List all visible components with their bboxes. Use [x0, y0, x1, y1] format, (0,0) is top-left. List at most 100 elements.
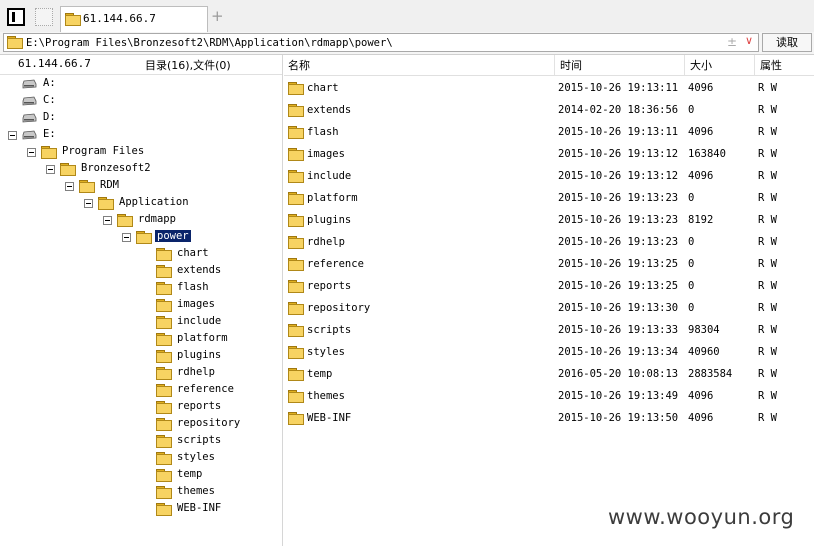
tree-label: temp [177, 468, 203, 480]
file-time: 2015-10-26 19:13:23 [558, 192, 679, 204]
folder-icon [79, 180, 95, 193]
collapse-toggle[interactable] [46, 165, 55, 174]
file-row[interactable]: images 2015-10-26 19:13:12 163840 R W [284, 144, 814, 166]
folder-icon [288, 236, 304, 249]
file-row[interactable]: include 2015-10-26 19:13:12 4096 R W [284, 166, 814, 188]
file-row[interactable]: themes 2015-10-26 19:13:49 4096 R W [284, 386, 814, 408]
file-name: styles [307, 346, 345, 358]
add-tab-button[interactable]: + [211, 7, 224, 25]
folder-icon [288, 324, 304, 337]
file-attr: R W [758, 82, 777, 94]
file-time: 2015-10-26 19:13:12 [558, 148, 679, 160]
directory-tree-pane[interactable]: 61.144.66.7 目录(16),文件(0) A: C: D: E: Pro… [0, 55, 283, 546]
path-field[interactable]: ± ∨ [3, 33, 759, 52]
chevron-down-icon[interactable]: ∨ [745, 34, 753, 47]
file-row[interactable]: scripts 2015-10-26 19:13:33 98304 R W [284, 320, 814, 342]
file-row[interactable]: temp 2016-05-20 10:08:13 2883584 R W [284, 364, 814, 386]
file-row[interactable]: platform 2015-10-26 19:13:23 0 R W [284, 188, 814, 210]
grid-view-button[interactable] [35, 8, 53, 26]
column-time-header[interactable]: 时间 [560, 57, 582, 73]
file-attr: R W [758, 104, 777, 116]
folder-icon [156, 503, 172, 516]
directory-summary: 目录(16),文件(0) [145, 59, 231, 72]
file-attr: R W [758, 412, 777, 424]
file-size: 4096 [688, 126, 714, 138]
path-input[interactable] [26, 35, 716, 50]
file-row[interactable]: WEB-INF 2015-10-26 19:13:50 4096 R W [284, 408, 814, 430]
file-time: 2016-05-20 10:08:13 [558, 368, 679, 380]
file-attr: R W [758, 192, 777, 204]
folder-icon [156, 248, 172, 261]
read-button[interactable]: 读取 [762, 33, 812, 52]
file-row[interactable]: chart 2015-10-26 19:13:11 4096 R W [284, 78, 814, 100]
column-size-header[interactable]: 大小 [690, 57, 712, 73]
column-divider[interactable] [754, 55, 755, 75]
file-attr: R W [758, 258, 777, 270]
tree-label: E: [43, 128, 56, 140]
folder-icon [60, 163, 76, 176]
file-time: 2015-10-26 19:13:30 [558, 302, 679, 314]
path-bookmark-icon[interactable]: ± [727, 35, 737, 49]
file-attr: R W [758, 280, 777, 292]
toggle-panel-button[interactable] [7, 8, 25, 26]
file-attr: R W [758, 324, 777, 336]
file-name: reports [307, 280, 352, 292]
file-row[interactable]: plugins 2015-10-26 19:13:23 8192 R W [284, 210, 814, 232]
file-time: 2015-10-26 19:13:49 [558, 390, 679, 402]
folder-icon [288, 280, 304, 293]
file-name: chart [307, 82, 339, 94]
file-attr: R W [758, 302, 777, 314]
tab-label: 61.144.66.7 [83, 12, 156, 25]
folder-icon [156, 265, 172, 278]
file-row[interactable]: reports 2015-10-26 19:13:25 0 R W [284, 276, 814, 298]
tree-label: styles [177, 451, 215, 463]
folder-icon [156, 418, 172, 431]
collapse-toggle[interactable] [27, 148, 36, 157]
file-attr: R W [758, 236, 777, 248]
file-size: 2883584 [688, 368, 733, 380]
collapse-toggle[interactable] [122, 233, 131, 242]
file-size: 40960 [688, 346, 720, 358]
folder-icon [156, 282, 172, 295]
file-attr: R W [758, 170, 777, 182]
folder-icon [288, 346, 304, 359]
file-name: repository [307, 302, 371, 314]
tree-label: rdhelp [177, 366, 215, 378]
tab-session[interactable]: 61.144.66.7 [60, 6, 208, 32]
folder-icon [156, 350, 172, 363]
folder-icon [156, 486, 172, 499]
tree-label: scripts [177, 434, 222, 446]
folder-icon [41, 146, 57, 159]
file-time: 2015-10-26 19:13:50 [558, 412, 679, 424]
file-size: 8192 [688, 214, 714, 226]
column-attr-header[interactable]: 属性 [760, 57, 782, 73]
folder-icon [288, 368, 304, 381]
tree-label: C: [43, 94, 56, 106]
file-row[interactable]: reference 2015-10-26 19:13:25 0 R W [284, 254, 814, 276]
folder-icon [288, 104, 304, 117]
file-list-pane[interactable]: 名称 时间 大小 属性 chart 2015-10-26 19:13:11 4096… [284, 55, 814, 546]
folder-icon [156, 333, 172, 346]
column-divider[interactable] [684, 55, 685, 75]
column-header: 名称 时间 大小 属性 [284, 55, 814, 76]
tree-label: extends [177, 264, 222, 276]
folder-icon [288, 258, 304, 271]
file-attr: R W [758, 368, 777, 380]
file-size: 98304 [688, 324, 720, 336]
folder-icon [288, 214, 304, 227]
column-divider[interactable] [554, 55, 555, 75]
collapse-toggle[interactable] [8, 131, 17, 140]
column-name-header[interactable]: 名称 [288, 57, 310, 73]
collapse-toggle[interactable] [84, 199, 93, 208]
tree-label: repository [177, 417, 241, 429]
file-row[interactable]: flash 2015-10-26 19:13:11 4096 R W [284, 122, 814, 144]
file-row[interactable]: extends 2014-02-20 18:36:56 0 R W [284, 100, 814, 122]
file-row[interactable]: rdhelp 2015-10-26 19:13:23 0 R W [284, 232, 814, 254]
collapse-toggle[interactable] [65, 182, 74, 191]
file-size: 163840 [688, 148, 726, 160]
collapse-toggle[interactable] [103, 216, 112, 225]
file-row[interactable]: styles 2015-10-26 19:13:34 40960 R W [284, 342, 814, 364]
file-row[interactable]: repository 2015-10-26 19:13:30 0 R W [284, 298, 814, 320]
folder-icon [7, 36, 23, 49]
folder-icon [288, 170, 304, 183]
